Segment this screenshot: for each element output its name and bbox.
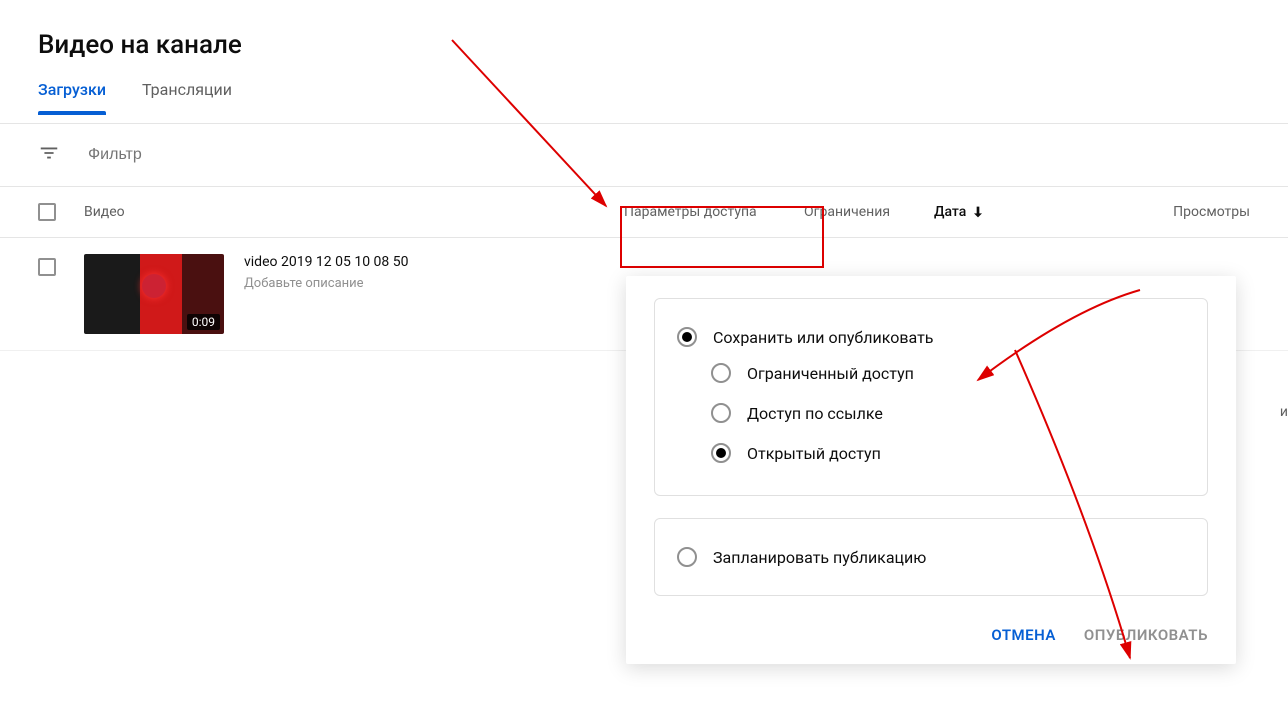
truncated-text: и <box>1280 404 1288 420</box>
col-access[interactable]: Параметры доступа <box>624 204 804 220</box>
radio-public[interactable]: Открытый доступ <box>711 433 1185 473</box>
col-date[interactable]: Дата <box>934 204 1044 220</box>
filter-input[interactable] <box>88 146 288 164</box>
radio-label: Ограниченный доступ <box>747 364 914 383</box>
table-header-row: Видео Параметры доступа Ограничения Дата… <box>0 186 1288 238</box>
popup-actions: ОТМЕНА ОПУБЛИКОВАТЬ <box>626 618 1236 664</box>
video-thumbnail[interactable]: 0:09 <box>84 254 224 334</box>
save-publish-card: Сохранить или опубликовать Ограниченный … <box>654 298 1208 496</box>
radio-schedule[interactable]: Запланировать публикацию <box>677 541 1185 573</box>
radio-icon <box>677 547 697 567</box>
publish-button[interactable]: ОПУБЛИКОВАТЬ <box>1084 626 1208 644</box>
col-restrictions[interactable]: Ограничения <box>804 204 934 220</box>
tab-live[interactable]: Трансляции <box>142 80 232 115</box>
tab-uploads[interactable]: Загрузки <box>38 80 106 115</box>
tabs: Загрузки Трансляции <box>0 80 1288 124</box>
col-views[interactable]: Просмотры <box>1044 204 1250 220</box>
radio-icon <box>677 327 697 347</box>
radio-label: Открытый доступ <box>747 444 881 463</box>
col-video[interactable]: Видео <box>84 204 624 220</box>
arrow-down-icon <box>970 204 986 220</box>
page-title: Видео на канале <box>0 0 1288 80</box>
radio-unlisted[interactable]: Доступ по ссылке <box>711 393 1185 433</box>
radio-private[interactable]: Ограниченный доступ <box>711 353 1185 393</box>
cancel-button[interactable]: ОТМЕНА <box>991 626 1056 644</box>
radio-label: Доступ по ссылке <box>747 404 883 423</box>
filter-row <box>0 124 1288 186</box>
video-title[interactable]: video 2019 12 05 10 08 50 <box>244 254 408 270</box>
radio-label: Сохранить или опубликовать <box>713 328 933 347</box>
radio-label: Запланировать публикацию <box>713 548 926 567</box>
col-date-label: Дата <box>934 204 966 220</box>
radio-save-publish[interactable]: Сохранить или опубликовать <box>677 321 1185 353</box>
visibility-popup: Сохранить или опубликовать Ограниченный … <box>626 276 1236 664</box>
radio-icon <box>711 363 731 383</box>
select-all-checkbox[interactable] <box>38 203 56 221</box>
video-description[interactable]: Добавьте описание <box>244 276 408 291</box>
video-duration: 0:09 <box>187 314 220 330</box>
radio-icon <box>711 403 731 423</box>
row-checkbox[interactable] <box>38 258 56 276</box>
schedule-card: Запланировать публикацию <box>654 518 1208 596</box>
radio-icon <box>711 443 731 463</box>
filter-icon[interactable] <box>38 142 60 168</box>
